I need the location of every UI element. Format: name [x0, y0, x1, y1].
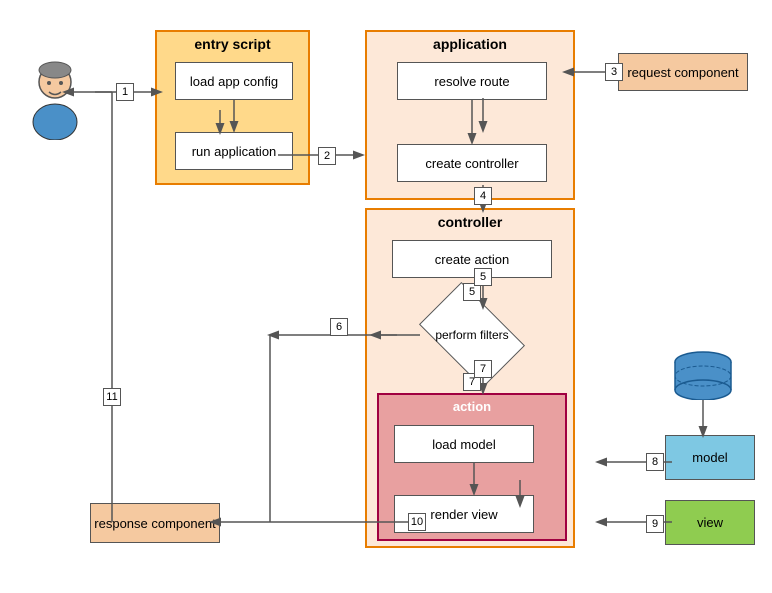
badge-11: 11 [103, 388, 121, 406]
database-icon [672, 350, 734, 400]
badge-7: 7 [474, 360, 492, 378]
controller-container: controller create action 5 perform filte… [365, 208, 575, 548]
badge-10: 10 [408, 513, 426, 531]
perform-filters-diamond: perform filters [397, 300, 547, 370]
response-component-box: response component [90, 503, 220, 543]
resolve-route-box: resolve route [397, 62, 547, 100]
badge-5: 5 [474, 268, 492, 286]
diagram: 1 entry script load app config run appli… [0, 0, 772, 593]
create-controller-box: create controller [397, 144, 547, 182]
badge-9: 9 [646, 515, 664, 533]
badge-3: 3 [605, 63, 623, 81]
view-box: view [665, 500, 755, 545]
create-action-box: create action [392, 240, 552, 278]
application-container: application resolve route create control… [365, 30, 575, 200]
action-container: action load model render view [377, 393, 567, 541]
badge-2: 2 [318, 147, 336, 165]
model-box: model [665, 435, 755, 480]
request-component-box: request component [618, 53, 748, 91]
user-icon [25, 50, 85, 140]
load-model-box: load model [394, 425, 534, 463]
badge-1: 1 [116, 83, 134, 101]
badge-6: 6 [330, 318, 348, 336]
badge-4: 4 [474, 187, 492, 205]
entry-script-container: entry script load app config run applica… [155, 30, 310, 185]
badge-8: 8 [646, 453, 664, 471]
load-app-config-box: load app config [175, 62, 293, 100]
run-application-box: run application [175, 132, 293, 170]
